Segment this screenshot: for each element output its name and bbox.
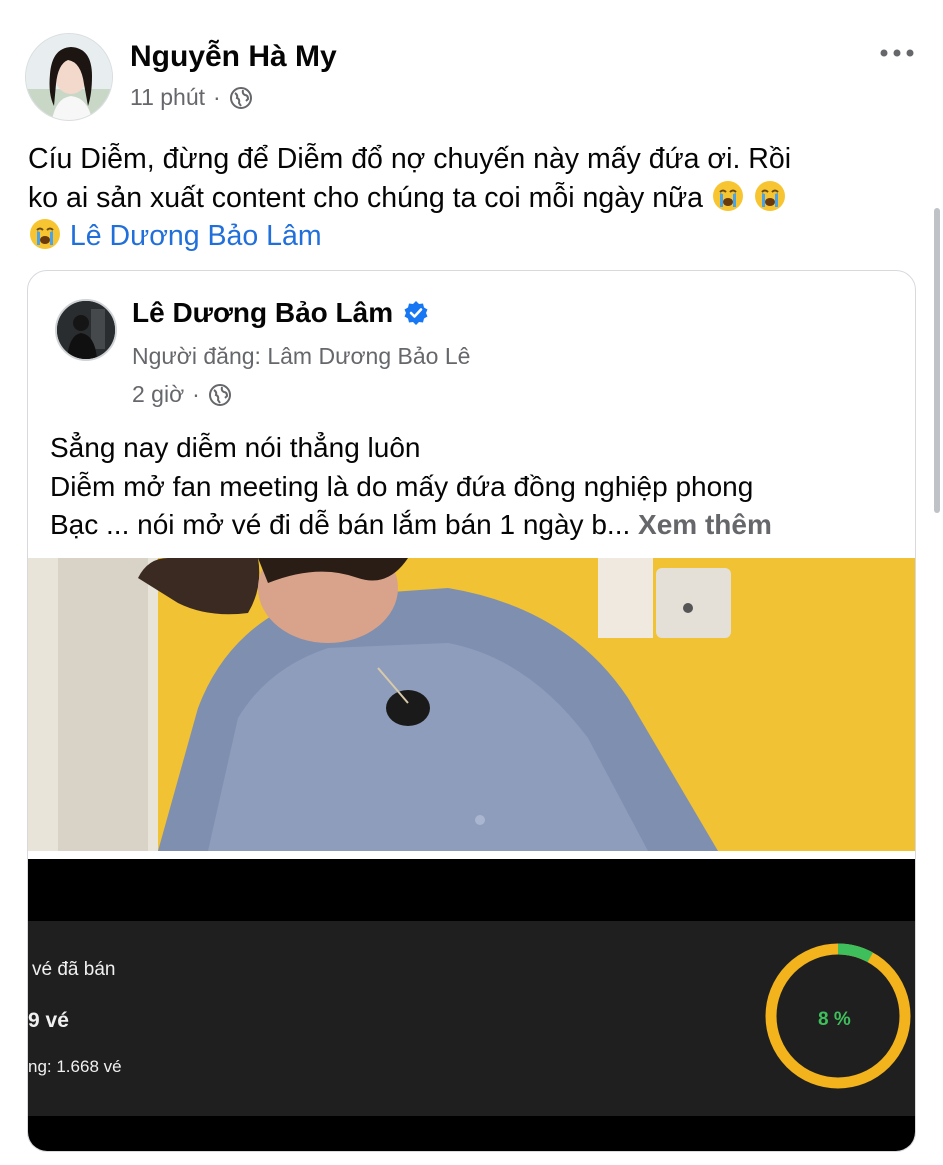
shared-text-line: Bạc ... nói mở vé đi dễ bán lắm bán 1 ng…	[50, 509, 631, 540]
meta-separator: ·	[213, 84, 221, 110]
shared-author-name[interactable]: Lê Dương Bảo Lâm	[132, 297, 393, 329]
verified-badge-icon	[404, 301, 428, 325]
post-author-name[interactable]: Nguyễn Hà My	[130, 40, 337, 74]
stat-label: vé đã bán	[32, 959, 116, 980]
shared-author-avatar[interactable]	[55, 299, 117, 361]
post-text: Cíu Diễm, đừng để Diễm đổ nợ chuyến này …	[28, 140, 908, 256]
shared-time[interactable]: 2 giờ	[132, 381, 184, 408]
shared-text-line: Sẳng nay diễm nói thẳng luôn	[50, 432, 421, 463]
stat-value: 9 vé	[28, 1009, 69, 1032]
more-options-button[interactable]	[879, 40, 915, 60]
globe-icon	[229, 86, 252, 109]
globe-icon	[208, 383, 231, 406]
ticket-stats-panel: vé đã bán 9 vé ng: 1.668 vé	[28, 921, 915, 1116]
author-avatar[interactable]	[25, 33, 113, 121]
see-more-link[interactable]: Xem thêm	[638, 509, 772, 540]
video-black-footer	[28, 1116, 915, 1151]
meta-separator: ·	[192, 381, 200, 407]
shared-text-line: Diễm mở fan meeting là do mấy đứa đồng n…	[50, 470, 754, 502]
shared-post-text: Sẳng nay diễm nói thẳng luôn Diễm mở fan…	[50, 429, 910, 545]
progress-percent: 8 %	[818, 1009, 851, 1030]
video-black-band	[28, 859, 915, 921]
crying-face-icon	[754, 180, 785, 211]
post-text-line: ko ai sản xuất content cho chúng ta coi …	[28, 181, 703, 214]
post-meta: 11 phút ·	[130, 84, 253, 111]
shared-poster: Người đăng: Lâm Dương Bảo Lê	[132, 343, 471, 369]
shared-post-card[interactable]: Lê Dương Bảo Lâm Người đăng: Lâm Dương B…	[27, 270, 916, 1152]
shared-author: Lê Dương Bảo Lâm	[132, 297, 429, 329]
crying-face-icon	[30, 219, 60, 249]
stat-total: ng: 1.668 vé	[28, 1057, 122, 1076]
more-horizontal-icon	[880, 49, 914, 57]
mention-link[interactable]: Lê Dương Bảo Lâm	[70, 220, 322, 252]
crying-face-icon	[712, 180, 743, 211]
scrollbar[interactable]	[934, 208, 940, 513]
shared-meta: 2 giờ ·	[132, 381, 232, 408]
shared-post-photo[interactable]	[28, 558, 915, 851]
post-text-line: Cíu Diễm, đừng để Diễm đổ nợ chuyến này …	[28, 143, 792, 175]
image-separator	[28, 851, 915, 859]
post-time[interactable]: 11 phút	[130, 84, 205, 111]
